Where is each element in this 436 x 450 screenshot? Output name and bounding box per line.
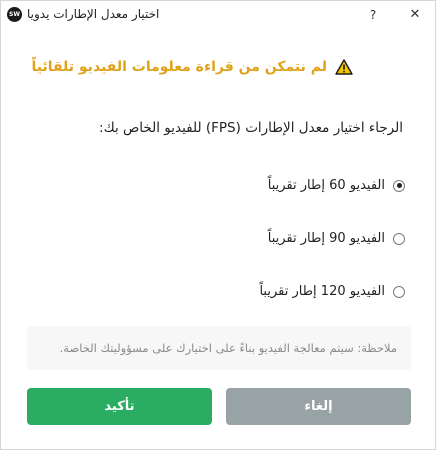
radio-button-selected[interactable]	[393, 179, 405, 192]
fps-option-60[interactable]: الفيديو 60 إطار تقريباً	[268, 178, 405, 193]
dialog-window: SW اختيار معدل الإطارات يدويا ? ✕ لم نتم…	[0, 0, 436, 450]
close-button[interactable]: ✕	[405, 5, 425, 25]
radio-button[interactable]	[393, 285, 405, 298]
app-logo-icon: SW	[7, 7, 22, 22]
warning-text: لم نتمكن من قراءة معلومات الفيديو تلقائي…	[31, 59, 328, 75]
window-title: اختيار معدل الإطارات يدويا	[27, 7, 160, 21]
confirm-button[interactable]: تأكيد	[27, 388, 212, 425]
option-label: الفيديو 60 إطار تقريباً	[267, 178, 385, 193]
fps-option-90[interactable]: الفيديو 90 إطار تقريباً	[268, 231, 405, 246]
title-bar: SW اختيار معدل الإطارات يدويا ? ✕	[1, 1, 435, 29]
cancel-button[interactable]: إلغاء	[226, 388, 411, 425]
option-label: الفيديو 90 إطار تقريباً	[267, 231, 385, 246]
warning-message: لم نتمكن من قراءة معلومات الفيديو تلقائي…	[32, 59, 354, 75]
instruction-text: الرجاء اختيار معدل الإطارات (FPS) للفيدي…	[99, 120, 403, 136]
help-button[interactable]: ?	[363, 5, 383, 25]
fps-option-120[interactable]: الفيديو 120 إطار تقريباً	[259, 284, 405, 299]
note-box: ملاحظة: سيتم معالجة الفيديو بناءً على اخ…	[27, 326, 411, 370]
radio-button[interactable]	[393, 232, 405, 245]
warning-triangle-icon	[335, 59, 353, 75]
note-text: ملاحظة: سيتم معالجة الفيديو بناءً على اخ…	[59, 341, 397, 355]
option-label: الفيديو 120 إطار تقريباً	[259, 284, 385, 299]
